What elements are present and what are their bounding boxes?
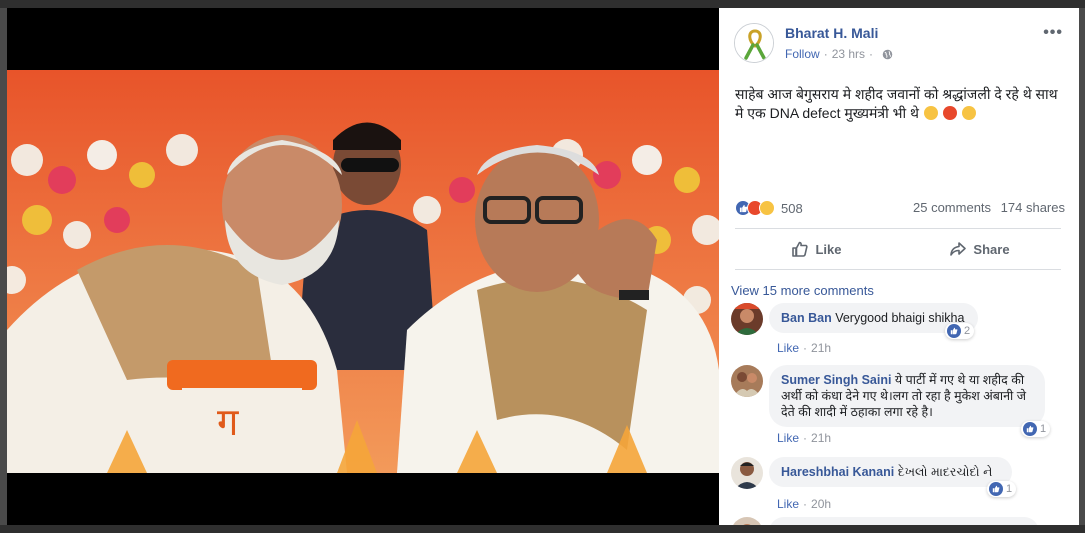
comment-reaction-badge[interactable]: 1 xyxy=(1021,421,1051,437)
post-text-body: साहेब आज बेगुसराय मे शहीद जवानों को श्रद… xyxy=(735,86,1058,121)
shares-count[interactable]: 174 shares xyxy=(1001,200,1065,215)
comment-reaction-count: 1 xyxy=(1040,423,1047,435)
post-header: Bharat H. Mali Follow · 23 hrs · ••• xyxy=(719,8,1079,80)
share-label: Share xyxy=(973,241,1010,257)
comment-meta: Like · 21h xyxy=(777,341,831,355)
svg-text:ग: ग xyxy=(217,400,239,444)
globe-icon xyxy=(882,49,893,59)
commenter-name[interactable]: Ban Ban xyxy=(781,311,832,325)
post-time[interactable]: 23 hrs xyxy=(832,47,865,61)
ellipsis-icon[interactable]: ••• xyxy=(1043,24,1063,42)
comment-meta: Like · 21h xyxy=(777,431,831,445)
backdrop-top xyxy=(0,0,1085,8)
follow-link[interactable]: Follow xyxy=(785,47,820,61)
commenter-avatar[interactable] xyxy=(731,303,763,335)
comment-reaction-badge[interactable]: 2 xyxy=(945,323,975,339)
comment-bubble: Sumer Singh Saini ये पार्टी में गए थे या… xyxy=(769,365,1045,427)
comment-bubble xyxy=(769,517,1039,525)
backdrop-bottom xyxy=(0,525,1085,533)
comment-time[interactable]: 21h xyxy=(811,431,831,445)
comment-text: દેખલો માદરચોદો ને xyxy=(897,465,993,479)
comments-count[interactable]: 25 comments xyxy=(913,200,991,215)
commenter-name[interactable]: Sumer Singh Saini xyxy=(781,373,891,387)
engagement-counts: 25 comments 174 shares xyxy=(907,200,1065,215)
comment-like-link[interactable]: Like xyxy=(777,497,799,511)
post-stats: 508 25 comments 174 shares xyxy=(735,200,1065,218)
like-reaction-icon xyxy=(947,324,961,338)
meta-separator: · xyxy=(803,431,808,445)
angry-emoji-icon xyxy=(942,106,957,120)
meta-separator-2: · xyxy=(869,47,874,61)
comment-reaction-count: 2 xyxy=(964,325,971,337)
view-more-comments-link[interactable]: View 15 more comments xyxy=(731,283,874,298)
photo-illustration: ग xyxy=(7,70,719,473)
comment-meta: Like · 20h xyxy=(777,497,831,511)
comment-like-link[interactable]: Like xyxy=(777,431,799,445)
commenter-avatar[interactable] xyxy=(731,517,763,525)
share-icon xyxy=(950,242,967,256)
commenter-avatar[interactable] xyxy=(731,365,763,397)
author-name[interactable]: Bharat H. Mali xyxy=(785,25,878,41)
share-button[interactable]: Share xyxy=(898,229,1061,269)
comment-text: Verygood bhaigi shikha xyxy=(835,311,965,325)
commenter-avatar[interactable] xyxy=(731,457,763,489)
ribbon-avatar-icon xyxy=(735,24,773,62)
comment-like-link[interactable]: Like xyxy=(777,341,799,355)
meta-separator: · xyxy=(823,47,828,61)
like-reaction-icon xyxy=(989,482,1003,496)
comment-reaction-count: 1 xyxy=(1006,483,1013,495)
photo-viewer[interactable]: ग xyxy=(7,8,719,525)
post-text: साहेब आज बेगुसराय मे शहीद जवानों को श्रद… xyxy=(735,85,1065,123)
comment-time[interactable]: 20h xyxy=(811,497,831,511)
author-avatar[interactable] xyxy=(734,23,774,63)
like-label: Like xyxy=(815,241,842,257)
sad-reaction-icon xyxy=(759,200,775,216)
like-icon xyxy=(792,241,809,257)
emoji-icon xyxy=(923,106,938,120)
post-actions: Like Share xyxy=(735,228,1061,270)
meta-separator: · xyxy=(803,497,808,511)
like-reaction-icon xyxy=(1023,422,1037,436)
post-meta: Follow · 23 hrs · xyxy=(785,47,893,61)
reaction-summary[interactable]: 508 xyxy=(735,200,803,216)
comment-time[interactable]: 21h xyxy=(811,341,831,355)
comment-bubble: Hareshbhai Kanani દેખલો માદરચોદો ને xyxy=(769,457,1012,487)
commenter-name[interactable]: Hareshbhai Kanani xyxy=(781,465,894,479)
reaction-count[interactable]: 508 xyxy=(781,201,803,216)
post-panel: Bharat H. Mali Follow · 23 hrs · ••• साह… xyxy=(719,8,1079,525)
like-button[interactable]: Like xyxy=(735,229,898,269)
meta-separator: · xyxy=(803,341,808,355)
emoji-icon-2 xyxy=(961,106,976,120)
post-photo[interactable]: ग xyxy=(7,70,719,473)
comment-reaction-badge[interactable]: 1 xyxy=(987,481,1017,497)
